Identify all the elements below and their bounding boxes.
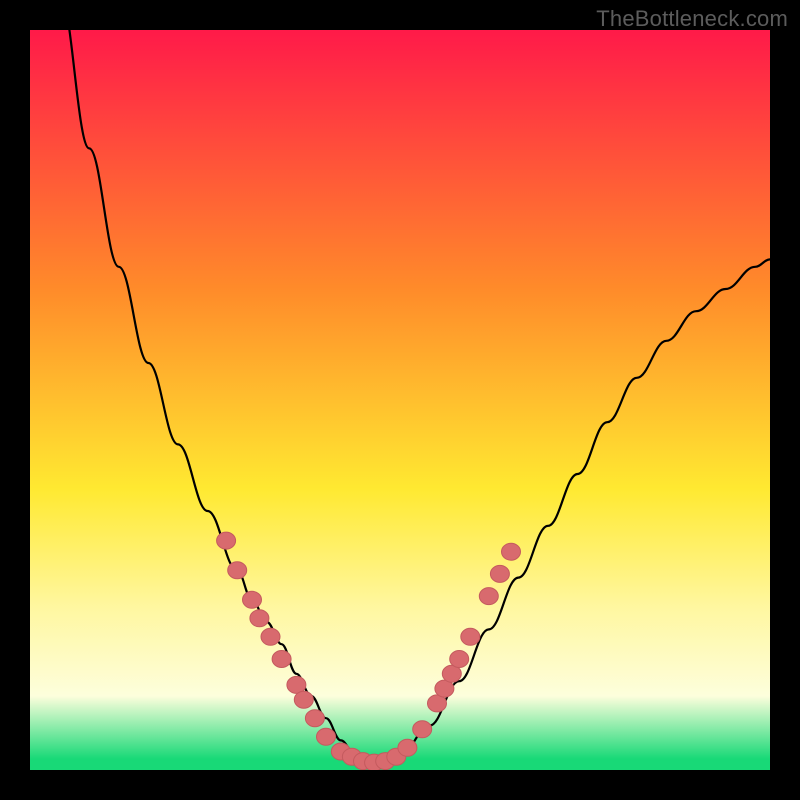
data-point <box>305 710 324 727</box>
data-point <box>398 739 417 756</box>
data-point <box>490 565 509 582</box>
data-point <box>413 721 432 738</box>
data-point <box>272 651 291 668</box>
data-point <box>502 543 521 560</box>
data-point <box>261 628 280 645</box>
bottleneck-chart <box>30 30 770 770</box>
gradient-background <box>30 30 770 770</box>
data-point <box>479 588 498 605</box>
data-point <box>294 691 313 708</box>
data-point <box>450 651 469 668</box>
data-point <box>317 728 336 745</box>
data-point <box>250 610 269 627</box>
data-point <box>461 628 480 645</box>
data-point <box>217 532 236 549</box>
chart-frame <box>30 30 770 770</box>
data-point <box>228 562 247 579</box>
watermark-text: TheBottleneck.com <box>596 6 788 32</box>
data-point <box>243 591 262 608</box>
